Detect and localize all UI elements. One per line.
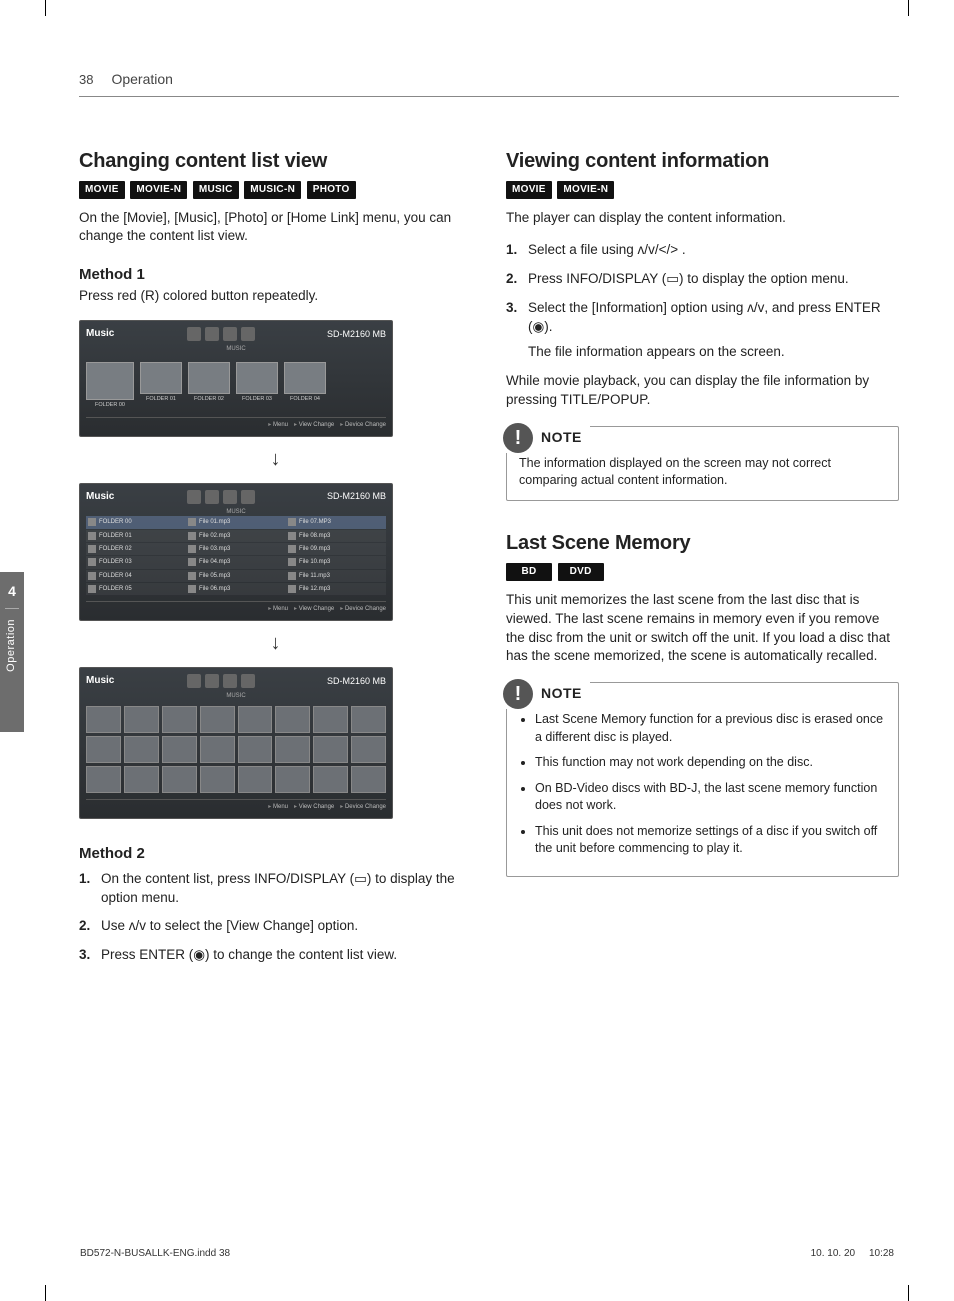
note-box-2: ! NOTE Last Scene Memory function for a … — [506, 682, 899, 877]
sec1-step-1: Select a file using ᴧ/ᴠ/</> . — [506, 241, 899, 260]
down-arrow-icon: ↓ — [79, 629, 472, 657]
down-arrow-icon: ↓ — [79, 445, 472, 473]
method2-steps: On the content list, press INFO/DISPLAY … — [79, 870, 472, 966]
header-title: Operation — [111, 70, 172, 90]
badge-movie: MOVIE — [79, 181, 125, 199]
note2-item: This unit does not memorize settings of … — [535, 823, 886, 858]
badges-last-scene: BD DVD — [506, 561, 899, 581]
footer-viewchange: View Change — [294, 421, 334, 429]
note-icon: ! — [503, 423, 533, 453]
sec1-step-2: Press INFO/DISPLAY (▭) to display the op… — [506, 270, 899, 289]
folder-thumb — [140, 362, 182, 394]
method2-step-1: On the content list, press INFO/DISPLAY … — [79, 870, 472, 908]
section-title-last-scene: Last Scene Memory — [506, 529, 899, 557]
folder-thumb — [188, 362, 230, 394]
folder-thumb — [86, 362, 134, 400]
screenshot-view-thumbs: Music SD-M2160 MB MUSIC FOLDER 00 FOLDER… — [79, 320, 393, 436]
note-label: NOTE — [541, 684, 582, 704]
screenshot-view-grid: Music SD-M2160 MB MUSIC Menu View Change… — [79, 667, 393, 819]
note2-list: Last Scene Memory function for a previou… — [519, 711, 886, 858]
note-icon: ! — [503, 679, 533, 709]
method1-title: Method 1 — [79, 264, 472, 285]
footer-file: BD572-N-BUSALLK-ENG.indd 38 — [80, 1247, 230, 1261]
badge-movie: MOVIE — [506, 181, 552, 199]
badge-music-n: MUSIC-N — [244, 181, 301, 199]
tab-sub: MUSIC — [86, 345, 386, 353]
method2-step-3: Press ENTER (◉) to change the content li… — [79, 946, 472, 965]
folder-thumb — [236, 362, 278, 394]
note2-item: On BD-Video discs with BD-J, the last sc… — [535, 780, 886, 815]
left-column: Changing content list view MOVIE MOVIE-N… — [79, 147, 472, 976]
intro-text: On the [Movie], [Music], [Photo] or [Hom… — [79, 209, 472, 247]
sec1-after: While movie playback, you can display th… — [506, 372, 899, 410]
footer-device: Device Change — [340, 421, 386, 429]
folder-thumb — [284, 362, 326, 394]
page-number: 38 — [79, 71, 93, 89]
side-tab-label: Operation — [4, 619, 19, 672]
note1-text: The information displayed on the screen … — [519, 455, 886, 490]
method2-title: Method 2 — [79, 843, 472, 864]
crop-mark-bottom — [45, 1285, 909, 1301]
badge-music: MUSIC — [193, 181, 239, 199]
footer-menu: Menu — [268, 421, 288, 429]
side-tab: 4 Operation — [0, 572, 24, 732]
note2-item: Last Scene Memory function for a previou… — [535, 711, 886, 746]
disk-label: SD-M2160 MB — [327, 328, 386, 341]
sec1-steps: Select a file using ᴧ/ᴠ/</> . Press INFO… — [506, 241, 899, 361]
sec1-intro: The player can display the content infor… — [506, 209, 899, 228]
screenshot-view-list: Music SD-M2160 MB MUSIC FOLDER 00File 01… — [79, 483, 393, 621]
side-tab-number: 4 — [5, 582, 19, 609]
badge-photo: PHOTO — [307, 181, 356, 199]
sec1-step3-sub: The file information appears on the scre… — [528, 343, 899, 362]
footer-date: 10. 10. 20 — [811, 1248, 855, 1259]
sec2-text: This unit memorizes the last scene from … — [506, 591, 899, 667]
tab-icons — [187, 327, 255, 341]
badge-dvd: DVD — [558, 563, 604, 581]
badges-viewing-info: MOVIE MOVIE-N — [506, 179, 899, 199]
method2-step-2: Use ᴧ/ᴠ to select the [View Change] opti… — [79, 917, 472, 936]
screen-title: Music — [86, 327, 114, 341]
grid-thumb — [86, 706, 121, 733]
badge-movie-n: MOVIE-N — [557, 181, 614, 199]
note-box-1: ! NOTE The information displayed on the … — [506, 426, 899, 501]
footer-time: 10:28 — [869, 1248, 894, 1259]
badge-movie-n: MOVIE-N — [130, 181, 187, 199]
sec1-step-3: Select the [Information] option using ᴧ/… — [506, 299, 899, 362]
right-column: Viewing content information MOVIE MOVIE-… — [506, 147, 899, 976]
note-label: NOTE — [541, 428, 582, 448]
badges-changing-view: MOVIE MOVIE-N MUSIC MUSIC-N PHOTO — [79, 179, 472, 199]
crop-mark-top — [45, 0, 909, 16]
badge-bd: BD — [506, 563, 552, 581]
section-title-changing-view: Changing content list view — [79, 147, 472, 175]
page-footer: BD572-N-BUSALLK-ENG.indd 38 10. 10. 20 1… — [80, 1247, 894, 1261]
section-title-viewing-info: Viewing content information — [506, 147, 899, 175]
page-header: 38 Operation — [79, 70, 899, 97]
note2-item: This function may not work depending on … — [535, 754, 886, 772]
method1-text: Press red (R) colored button repeatedly. — [79, 287, 472, 306]
